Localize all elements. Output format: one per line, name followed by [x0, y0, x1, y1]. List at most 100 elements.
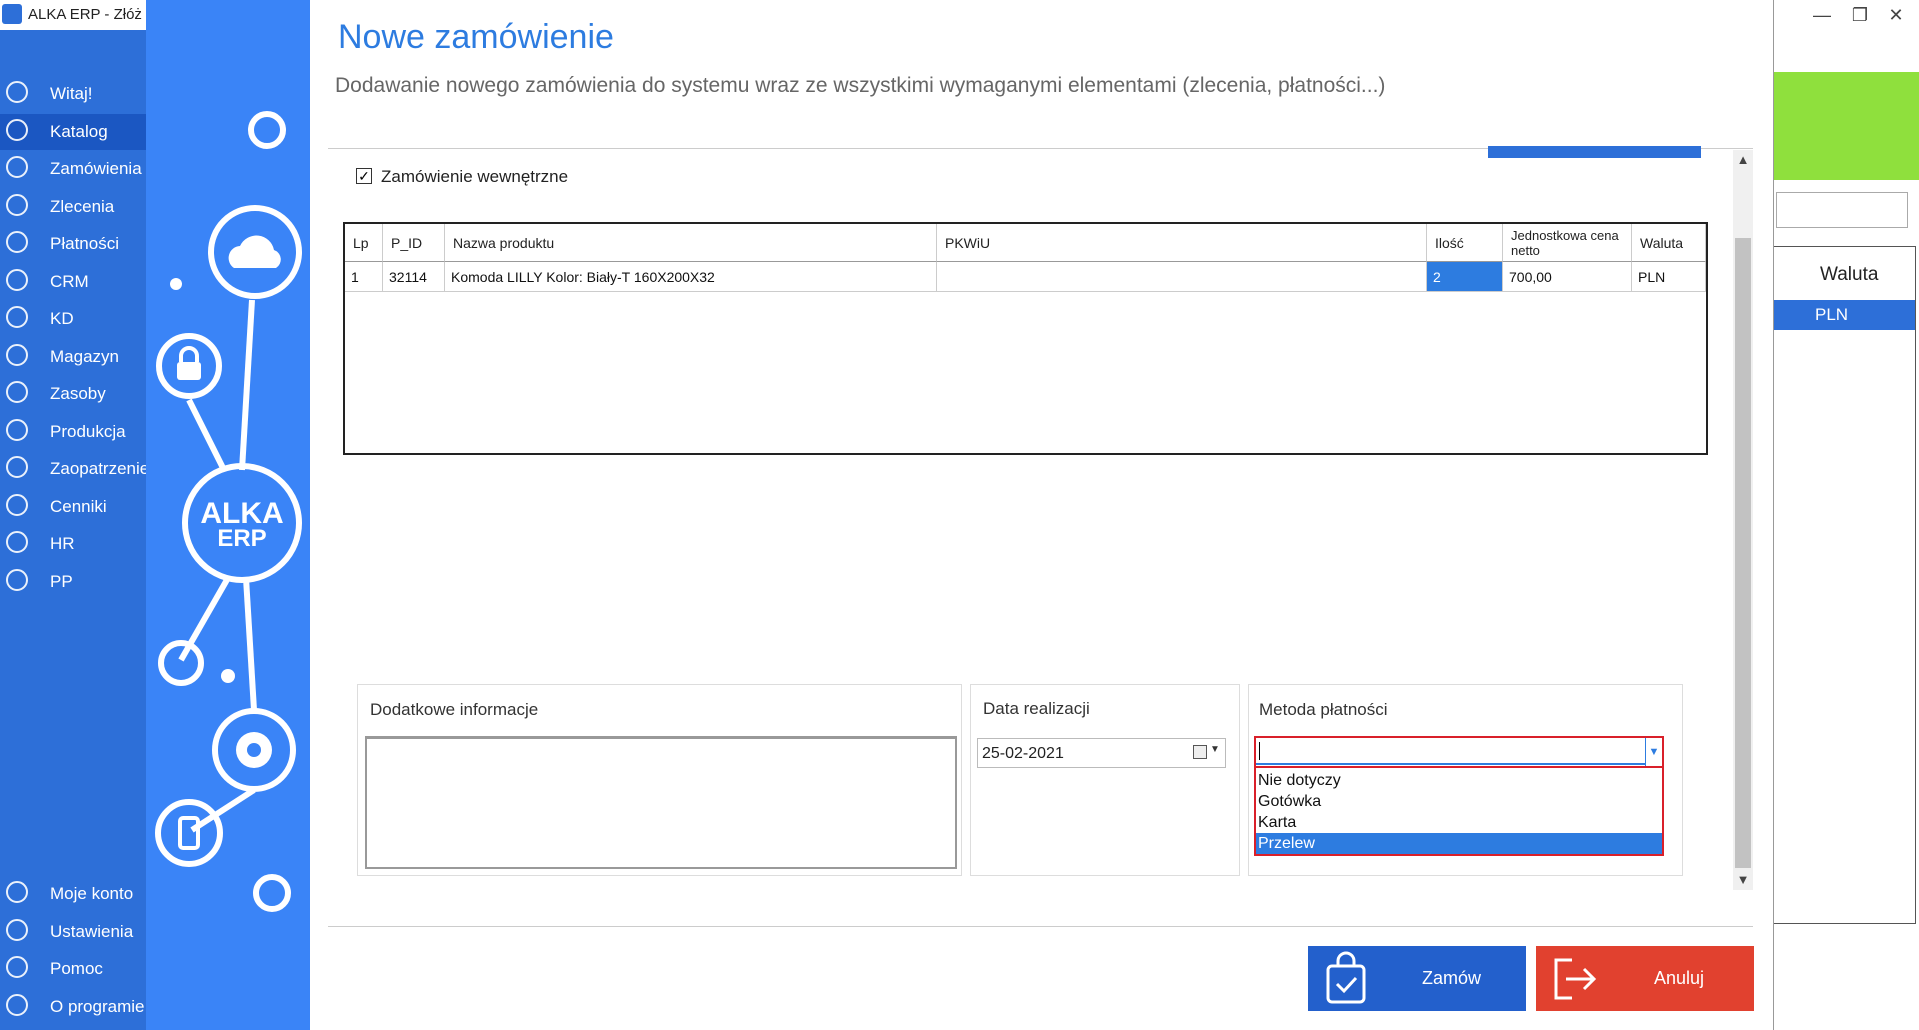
- sidebar-item-label: PP: [50, 571, 73, 591]
- notes-textarea[interactable]: [365, 736, 957, 869]
- sidebar-item-o-programie[interactable]: O programie: [0, 989, 146, 1025]
- crm-icon: [6, 268, 28, 291]
- sidebar-item-ustawienia[interactable]: Ustawienia: [0, 914, 146, 950]
- info-icon: [6, 993, 28, 1016]
- payment-method-value[interactable]: [1256, 738, 1646, 765]
- scroll-down-icon[interactable]: ▼: [1735, 872, 1751, 890]
- lock-icon: [177, 362, 201, 380]
- sidebar-item-magazyn[interactable]: Magazyn: [0, 339, 146, 375]
- deco-node: [253, 874, 291, 912]
- tag-icon: [6, 493, 28, 516]
- order-button[interactable]: [1308, 946, 1526, 1011]
- payment-option[interactable]: Gotówka: [1256, 791, 1662, 812]
- grid-cell[interactable]: 1: [345, 262, 383, 292]
- sidebar-item-cenniki[interactable]: Cenniki: [0, 489, 146, 525]
- grid-cell[interactable]: 700,00: [1503, 262, 1632, 292]
- dollar-icon: [6, 231, 28, 253]
- sidebar-item-label: Katalog: [50, 121, 108, 141]
- cloud-icon: [228, 235, 281, 268]
- sidebar-item-label: Moje konto: [50, 884, 134, 903]
- sidebar-item-label: CRM: [50, 271, 89, 291]
- sidebar-item-moje-konto[interactable]: Moje konto: [0, 876, 146, 912]
- sidebar-item-label: Zlecenia: [50, 196, 115, 216]
- order-button-label: Zamów: [1422, 968, 1482, 988]
- phone-node: [155, 799, 223, 867]
- exit-icon: [1554, 958, 1597, 1000]
- sidebar-item-label: Zasoby: [50, 384, 106, 403]
- deco-node: [158, 640, 204, 686]
- date-picker[interactable]: 25-02-2021: [977, 738, 1226, 768]
- sidebar-item-label: Zaopatrzenie: [50, 459, 150, 478]
- column-header[interactable]: Ilość: [1427, 224, 1503, 262]
- resources-icon: [6, 381, 28, 403]
- background-input[interactable]: [1776, 192, 1908, 228]
- calendar-icon[interactable]: [1193, 745, 1207, 759]
- sidebar-item-crm[interactable]: CRM: [0, 264, 146, 300]
- sidebar-item-kd[interactable]: KD: [0, 301, 146, 337]
- app-logo-icon: [2, 4, 22, 24]
- sidebar-item-witaj-[interactable]: Witaj!: [0, 76, 146, 112]
- background-cell-text: PLN: [1815, 305, 1849, 324]
- dialog-title: Nowe zamówienie: [338, 18, 614, 56]
- help-icon: [6, 956, 28, 978]
- chevron-down-icon[interactable]: ▼: [1645, 738, 1662, 766]
- payment-option[interactable]: Nie dotyczy: [1256, 770, 1662, 791]
- sidebar-item-hr[interactable]: HR: [0, 526, 146, 562]
- internal-order-checkbox[interactable]: ✓: [356, 168, 372, 184]
- branding-panel: ALKA ERP: [146, 0, 310, 1030]
- pp-icon: [6, 568, 28, 591]
- sidebar-item-zaopatrzenie[interactable]: Zaopatrzenie: [0, 451, 150, 487]
- sidebar-item-label: O programie: [50, 996, 145, 1016]
- scrollbar-thumb[interactable]: [1735, 238, 1751, 868]
- column-header[interactable]: PKWiU: [937, 224, 1427, 262]
- deco-node: [248, 111, 286, 149]
- sidebar-item-label: Pomoc: [50, 959, 103, 978]
- sidebar-item-zasoby[interactable]: Zasoby: [0, 376, 146, 412]
- column-header[interactable]: Jednostkowa cena netto: [1503, 224, 1632, 262]
- warehouse-icon: [6, 343, 28, 366]
- background-green-bar: [1773, 72, 1919, 180]
- column-header[interactable]: P_ID: [383, 224, 445, 262]
- payment-title: Metoda płatności: [1259, 700, 1388, 719]
- payment-option[interactable]: Przelew: [1256, 833, 1662, 854]
- column-header[interactable]: Waluta: [1632, 224, 1706, 262]
- column-header[interactable]: Nazwa produktu: [445, 224, 937, 262]
- grid-cell[interactable]: [937, 262, 1427, 292]
- sidebar-item-label: Cenniki: [50, 496, 107, 516]
- toolbar-button[interactable]: [1488, 146, 1701, 158]
- list-icon: [6, 193, 28, 216]
- background-table: [1773, 246, 1916, 924]
- cancel-button-label: Anuluj: [1654, 968, 1705, 988]
- payment-option[interactable]: Karta: [1256, 812, 1662, 833]
- grid-cell[interactable]: PLN: [1632, 262, 1706, 292]
- sidebar-item-katalog[interactable]: Katalog: [0, 113, 146, 150]
- scroll-up-icon[interactable]: ▲: [1735, 152, 1751, 170]
- sidebar-item-zlecenia[interactable]: Zlecenia: [0, 189, 146, 225]
- user-icon: [6, 306, 28, 328]
- background-column-header: Waluta: [1820, 264, 1879, 285]
- sidebar-item-label: Produkcja: [50, 421, 126, 441]
- grid-cell[interactable]: 2: [1427, 262, 1503, 292]
- home-icon: [6, 81, 28, 103]
- chevron-down-icon[interactable]: ▼: [1210, 744, 1220, 755]
- sidebar-item-label: Ustawienia: [50, 921, 134, 941]
- sidebar-item-zamówienia[interactable]: Zamówienia: [0, 151, 146, 187]
- production-icon: [6, 418, 28, 441]
- sidebar-item-label: Witaj!: [50, 84, 93, 103]
- cart-icon: [6, 156, 28, 178]
- sidebar-item-pp[interactable]: PP: [0, 564, 146, 600]
- notes-title: Dodatkowe informacje: [370, 700, 539, 719]
- cancel-button[interactable]: [1536, 946, 1754, 1011]
- settings-icon: [6, 918, 28, 941]
- date-title: Data realizacji: [983, 699, 1090, 718]
- dialog-subtitle: Dodawanie nowego zamówienia do systemu w…: [335, 74, 1386, 97]
- grid-cell[interactable]: Komoda LILLY Kolor: Biały-T 160X200X32: [445, 262, 937, 292]
- sidebar-item-pomoc[interactable]: Pomoc: [0, 951, 146, 987]
- grid-cell[interactable]: 32114: [383, 262, 445, 292]
- sidebar-item-produkcja[interactable]: Produkcja: [0, 414, 146, 450]
- close-button[interactable]: ✕: [1874, 2, 1918, 28]
- sidebar-item-label: Płatności: [50, 234, 119, 253]
- column-header[interactable]: Lp: [345, 224, 383, 262]
- sidebar-item-płatności[interactable]: Płatności: [0, 226, 146, 262]
- network-illustration: ALKA ERP: [155, 111, 302, 912]
